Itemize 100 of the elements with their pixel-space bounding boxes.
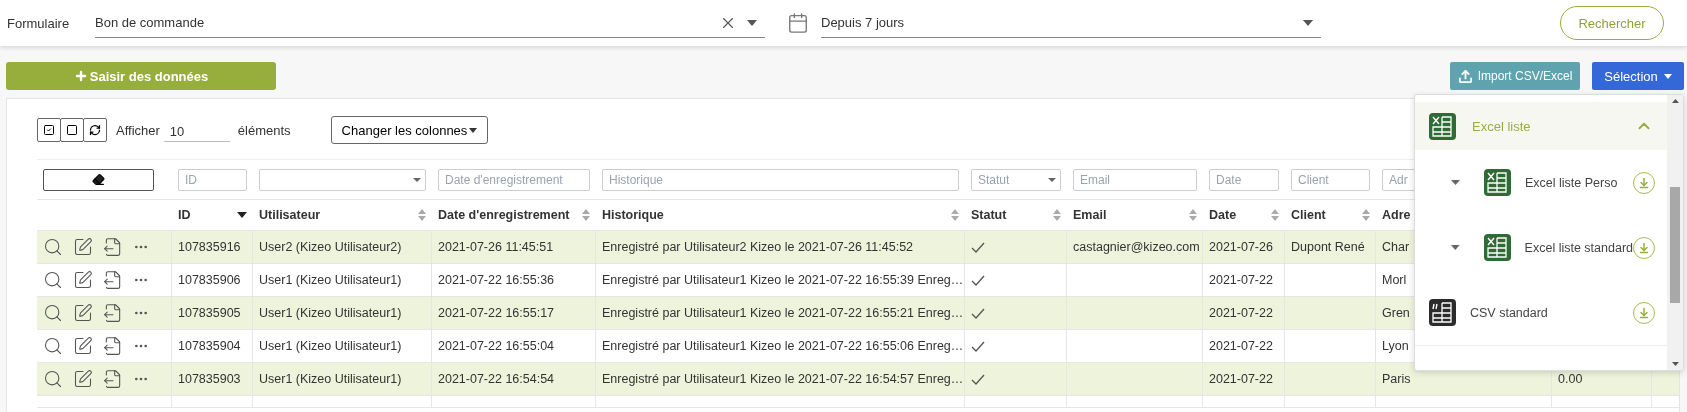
edit-icon[interactable] (73, 303, 93, 323)
spreadsheet-icon (1429, 112, 1456, 140)
table-cell: Enregistré par Utilisateur1 Kizeo le 2021-07-22 16:55:06 Enreg… (602, 339, 964, 353)
period-select-field[interactable]: Depuis 7 jours (821, 8, 1321, 38)
table-cell: Enregistré par Utilisateur2 Kizeo le 2021-07-26 11:45:52 (602, 240, 914, 254)
csv-file-icon (1429, 299, 1456, 326)
upload-icon (1457, 68, 1473, 84)
refresh-icon (89, 124, 101, 136)
table-cell: castagnier@kizeo.com (1073, 240, 1200, 254)
table-cell: Enregistré par Utilisateur1 Kizeo le 2021-07-22 16:55:21 Enreg… (602, 306, 964, 320)
search-icon[interactable] (43, 369, 63, 389)
table-cell: 2021-07-22 (1209, 273, 1273, 287)
table-cell: 2021-07-22 16:54:54 (438, 372, 555, 386)
edit-icon[interactable] (73, 237, 93, 257)
change-columns-button[interactable]: Changer les colonnes (330, 116, 489, 144)
column-header[interactable]: Historique (602, 208, 664, 222)
column-header[interactable]: Statut (971, 208, 1007, 222)
elements-label: éléments (237, 122, 291, 138)
table-cell: Char (1382, 240, 1410, 254)
table-cell: 107835905 (178, 306, 241, 320)
caret-icon (1048, 177, 1056, 182)
menu-item[interactable]: CSV standard (1415, 280, 1667, 345)
table-cell: 2021-07-22 (1209, 306, 1273, 320)
page-size-field[interactable]: 10 (163, 118, 230, 142)
edit-icon[interactable] (73, 270, 93, 290)
file-export-icon[interactable] (103, 336, 123, 356)
eraser-icon (92, 173, 105, 186)
column-header[interactable]: ID (178, 208, 191, 222)
table-cell: Dupont René (1291, 240, 1365, 254)
scrollbar[interactable] (1667, 95, 1683, 370)
menu-item[interactable]: Excel liste Perso (1415, 150, 1667, 215)
filter-field[interactable]: ID (178, 168, 247, 191)
table-cell: 2021-07-26 (1209, 240, 1273, 254)
download-icon (1638, 176, 1650, 189)
deselect-all-button[interactable] (60, 118, 84, 142)
file-export-icon[interactable] (103, 303, 123, 323)
empty-box-icon (66, 124, 78, 136)
selection-button[interactable]: Sélection (1592, 62, 1684, 90)
table-cell: 2021-07-22 16:55:36 (438, 273, 555, 287)
table-cell: 2021-07-22 (1209, 339, 1273, 353)
sort-descending-icon[interactable] (237, 211, 247, 219)
download-icon (1638, 306, 1650, 319)
table-cell: 107835916 (178, 240, 241, 254)
table-cell: 107835903 (178, 372, 241, 386)
table-cell: 2021-07-22 (1209, 372, 1273, 386)
table-cell: Gren (1382, 306, 1410, 320)
column-header[interactable]: Utilisateur (259, 208, 321, 222)
table-cell: Enregistré par Utilisateur1 Kizeo le 2021-07-22 16:55:39 Enreg… (602, 273, 964, 287)
plus-icon (73, 69, 88, 83)
spreadsheet-icon (1483, 234, 1511, 261)
search-icon[interactable] (43, 303, 63, 323)
form-label: Formulaire (7, 15, 71, 31)
file-export-icon[interactable] (103, 369, 123, 389)
dropdown-caret-icon[interactable] (747, 19, 757, 26)
refresh-button[interactable] (83, 118, 107, 142)
column-header[interactable]: Client (1291, 208, 1326, 222)
calendar-icon[interactable] (787, 12, 809, 34)
table-cell: 2021-07-22 16:55:17 (438, 306, 555, 320)
table-cell: 107835904 (178, 339, 241, 353)
checked-box-icon (43, 124, 55, 136)
edit-icon[interactable] (73, 369, 93, 389)
table-cell: 107835906 (178, 273, 241, 287)
file-export-icon[interactable] (103, 237, 123, 257)
table-cell: User2 (Kizeo Utilisateur2) (259, 240, 402, 254)
table-cell: 0.00 (1558, 372, 1583, 386)
table-cell: Paris (1382, 372, 1411, 386)
table-cell: Morl (1382, 273, 1407, 287)
filter-field[interactable]: Date d'enregistrement (438, 168, 590, 191)
file-export-icon[interactable] (103, 270, 123, 290)
clear-filters-button[interactable] (43, 168, 154, 191)
caret-icon[interactable] (1451, 180, 1460, 185)
search-icon[interactable] (43, 237, 63, 257)
spreadsheet-icon (1484, 169, 1511, 196)
filter-field[interactable]: Date (1209, 168, 1279, 191)
table-cell: User1 (Kizeo Utilisateur1) (259, 273, 402, 287)
scroll-up-icon[interactable] (1671, 99, 1679, 103)
search-icon[interactable] (43, 336, 63, 356)
table-cell: User1 (Kizeo Utilisateur1) (259, 372, 402, 386)
menu-item[interactable]: Excel liste standard (1415, 215, 1667, 280)
table-cell: Lyon (1382, 339, 1409, 353)
column-header[interactable]: Date (1209, 208, 1237, 222)
caret-icon (1663, 73, 1672, 79)
table-cell: 2021-07-22 16:55:04 (438, 339, 555, 353)
show-label: Afficher (116, 122, 160, 138)
caret-icon[interactable] (1451, 245, 1460, 250)
column-header[interactable]: Date d'enregistrement (438, 208, 570, 222)
search-icon[interactable] (43, 270, 63, 290)
caret-icon (413, 177, 421, 182)
dropdown-caret-icon[interactable] (1303, 19, 1313, 26)
form-select-field[interactable]: Bon de commande (95, 8, 765, 38)
caret-icon (469, 127, 478, 133)
column-header[interactable]: Email (1073, 208, 1107, 222)
filter-field[interactable]: Email (1073, 168, 1197, 191)
edit-icon[interactable] (73, 336, 93, 356)
select-all-button[interactable] (37, 118, 61, 142)
column-header[interactable]: Adre (1382, 208, 1411, 222)
table-cell: 2021-07-26 11:45:51 (438, 240, 554, 254)
scrollbar-thumb[interactable] (1670, 187, 1680, 303)
filter-field[interactable]: Historique (602, 168, 959, 191)
filter-field[interactable]: Client (1291, 168, 1370, 191)
